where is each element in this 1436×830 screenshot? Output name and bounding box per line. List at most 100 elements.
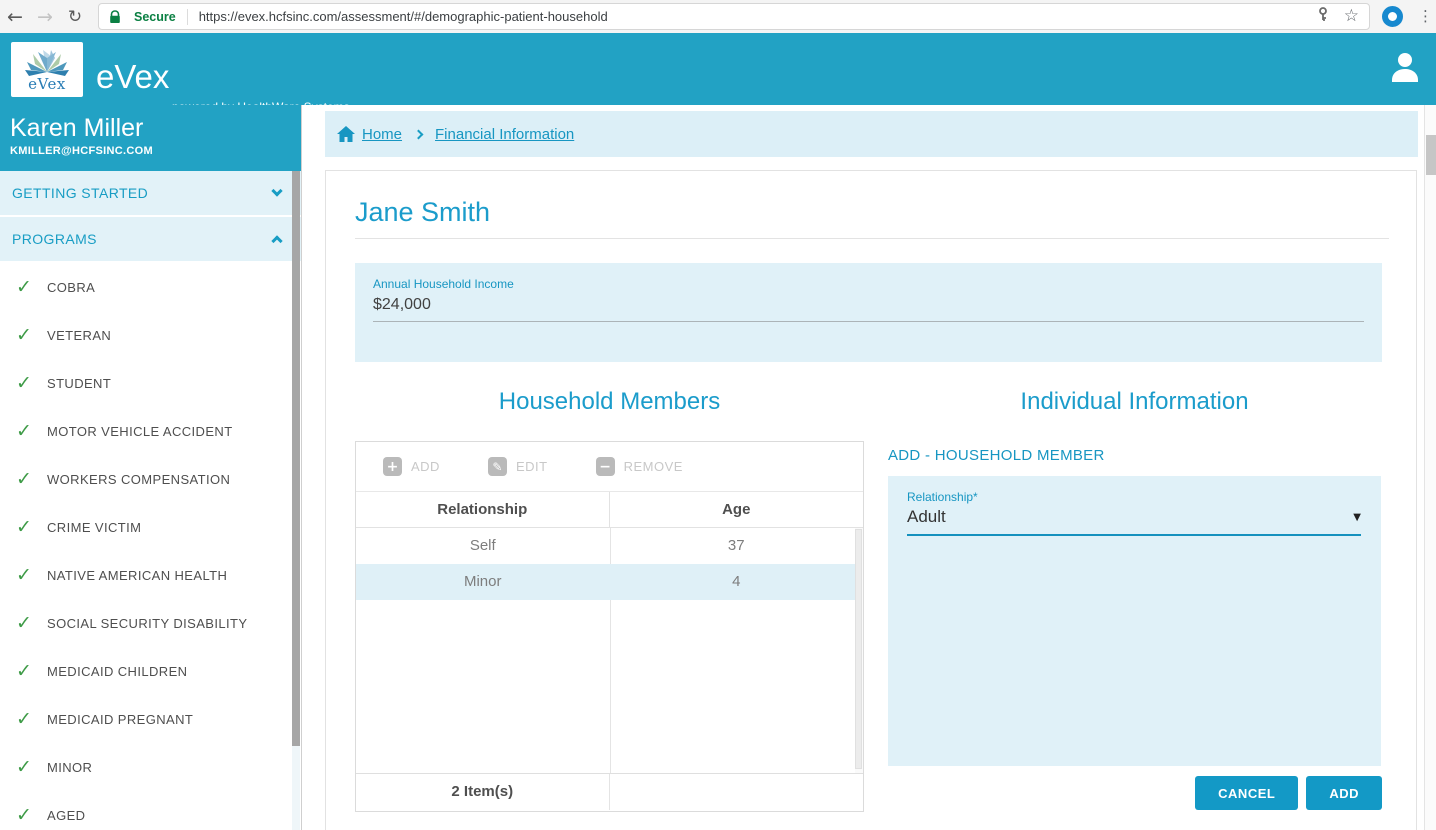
divider xyxy=(355,238,1389,239)
table-scrollbar[interactable] xyxy=(855,528,863,773)
footer-empty-cell xyxy=(610,774,864,810)
reload-icon[interactable]: ↻ xyxy=(60,7,90,27)
program-label: AGED xyxy=(47,808,85,823)
sidebar-item-program[interactable]: ✓ MEDICAID PREGNANT xyxy=(0,695,301,743)
sidebar-item-program[interactable]: ✓ COBRA xyxy=(0,263,301,311)
password-key-icon[interactable] xyxy=(1316,7,1330,27)
add-button[interactable]: ADD xyxy=(1306,776,1382,810)
remove-member-button[interactable]: − REMOVE xyxy=(596,457,683,476)
income-label: Annual Household Income xyxy=(355,263,1382,291)
program-label: NATIVE AMERICAN HEALTH xyxy=(47,568,227,583)
page-title: Jane Smith xyxy=(355,197,490,228)
table-scrollbar-thumb[interactable] xyxy=(855,529,862,769)
cell-age: 4 xyxy=(610,564,864,600)
column-header-age[interactable]: Age xyxy=(610,492,864,527)
relationship-field-label: Relationship* xyxy=(888,476,1381,504)
add-label: ADD xyxy=(411,459,440,474)
checkmark-icon: ✓ xyxy=(16,276,47,298)
app-header: eVex eVex powered by HealthWare Systems xyxy=(0,33,1436,105)
cancel-button[interactable]: CANCEL xyxy=(1195,776,1298,810)
pencil-icon: ✎ xyxy=(488,457,507,476)
section-label: GETTING STARTED xyxy=(12,185,148,201)
column-header-relationship[interactable]: Relationship xyxy=(356,492,610,527)
main-scrollbar[interactable] xyxy=(1424,105,1436,830)
sidebar-item-program[interactable]: ✓ MEDICAID CHILDREN xyxy=(0,647,301,695)
sidebar: Karen Miller KMILLER@HCFSINC.COM GETTING… xyxy=(0,105,302,830)
chevron-up-icon xyxy=(271,235,282,246)
checkmark-icon: ✓ xyxy=(16,804,47,826)
main-scrollbar-thumb[interactable] xyxy=(1426,135,1436,175)
table-rows: Self 37 Minor 4 xyxy=(356,528,863,600)
program-label: MINOR xyxy=(47,760,92,775)
programs-list: ✓ COBRA ✓ VETERAN ✓ STUDENT ✓ MOTOR VEHI… xyxy=(0,263,301,830)
item-count: 2 Item(s) xyxy=(356,774,610,810)
sidebar-section-programs[interactable]: PROGRAMS xyxy=(0,217,301,263)
breadcrumb: Home Financial Information xyxy=(325,111,1418,157)
cell-relationship: Minor xyxy=(356,564,610,600)
program-label: MOTOR VEHICLE ACCIDENT xyxy=(47,424,233,439)
checkmark-icon: ✓ xyxy=(16,324,47,346)
table-toolbar: + ADD ✎ EDIT − REMOVE xyxy=(356,442,863,492)
income-panel: Annual Household Income $24,000 xyxy=(355,263,1382,362)
sidebar-section-getting-started[interactable]: GETTING STARTED xyxy=(0,171,301,217)
individual-information-title: Individual Information xyxy=(888,388,1381,416)
minus-icon: − xyxy=(596,457,615,476)
address-bar[interactable]: Secure https://evex.hcfsinc.com/assessme… xyxy=(98,3,1370,30)
edit-member-button[interactable]: ✎ EDIT xyxy=(488,457,548,476)
program-label: WORKERS COMPENSATION xyxy=(47,472,230,487)
relationship-selected-value: Adult xyxy=(907,507,946,527)
screen: ← → ↻ Secure https://evex.hcfsinc.com/as… xyxy=(0,0,1436,830)
browser-menu-icon[interactable]: ⋮ xyxy=(1418,7,1433,25)
table-row[interactable]: Minor 4 xyxy=(356,564,863,600)
relationship-select[interactable]: Adult ▼ xyxy=(907,507,1361,536)
browser-toolbar: ← → ↻ Secure https://evex.hcfsinc.com/as… xyxy=(0,0,1436,33)
user-profile-icon[interactable] xyxy=(1389,50,1421,89)
breadcrumb-current-link[interactable]: Financial Information xyxy=(435,126,574,143)
sidebar-item-program[interactable]: ✓ MOTOR VEHICLE ACCIDENT xyxy=(0,407,301,455)
url-text[interactable]: https://evex.hcfsinc.com/assessment/#/de… xyxy=(199,9,1308,24)
sidebar-item-program[interactable]: ✓ SOCIAL SECURITY DISABILITY xyxy=(0,599,301,647)
checkmark-icon: ✓ xyxy=(16,468,47,490)
sidebar-scrollbar[interactable] xyxy=(292,171,300,830)
sidebar-item-program[interactable]: ✓ MINOR xyxy=(0,743,301,791)
url-separator xyxy=(187,9,188,25)
income-input[interactable]: $24,000 xyxy=(355,291,1382,314)
table-row[interactable]: Self 37 xyxy=(356,528,863,564)
checkmark-icon: ✓ xyxy=(16,756,47,778)
cell-age: 37 xyxy=(610,528,864,564)
browser-profile-icon[interactable] xyxy=(1382,6,1403,27)
dropdown-arrow-icon: ▼ xyxy=(1353,512,1361,523)
table-footer: 2 Item(s) xyxy=(356,773,863,810)
assessment-card: Jane Smith Annual Household Income $24,0… xyxy=(325,170,1417,830)
bookmark-star-icon[interactable]: ☆ xyxy=(1344,8,1359,25)
remove-label: REMOVE xyxy=(624,459,683,474)
sidebar-item-program[interactable]: ✓ STUDENT xyxy=(0,359,301,407)
breadcrumb-home-link[interactable]: Home xyxy=(362,126,402,143)
checkmark-icon: ✓ xyxy=(16,564,47,586)
sidebar-item-program[interactable]: ✓ AGED xyxy=(0,791,301,830)
checkmark-icon: ✓ xyxy=(16,516,47,538)
sidebar-user-block: Karen Miller KMILLER@HCFSINC.COM xyxy=(0,105,301,171)
sidebar-scrollbar-thumb[interactable] xyxy=(292,171,300,746)
sidebar-item-program[interactable]: ✓ CRIME VICTIM xyxy=(0,503,301,551)
household-members-title: Household Members xyxy=(355,388,864,416)
forward-icon[interactable]: → xyxy=(30,6,60,28)
add-member-button[interactable]: + ADD xyxy=(383,457,440,476)
form-actions: CANCEL ADD xyxy=(888,776,1382,810)
add-household-member-label: ADD - HOUSEHOLD MEMBER xyxy=(888,447,1105,464)
home-icon[interactable] xyxy=(337,126,355,142)
checkmark-icon: ✓ xyxy=(16,372,47,394)
program-label: COBRA xyxy=(47,280,95,295)
sidebar-item-program[interactable]: ✓ VETERAN xyxy=(0,311,301,359)
logo-text: eVex xyxy=(28,75,66,93)
sidebar-item-program[interactable]: ✓ WORKERS COMPENSATION xyxy=(0,455,301,503)
program-label: VETERAN xyxy=(47,328,111,343)
security-label: Secure xyxy=(134,10,176,24)
chevron-right-icon xyxy=(414,129,424,139)
sidebar-item-program[interactable]: ✓ NATIVE AMERICAN HEALTH xyxy=(0,551,301,599)
table-body: Self 37 Minor 4 xyxy=(356,528,863,773)
back-icon[interactable]: ← xyxy=(0,6,30,28)
user-name: Karen Miller xyxy=(10,114,301,143)
checkmark-icon: ✓ xyxy=(16,708,47,730)
evex-logo[interactable]: eVex xyxy=(11,42,83,97)
